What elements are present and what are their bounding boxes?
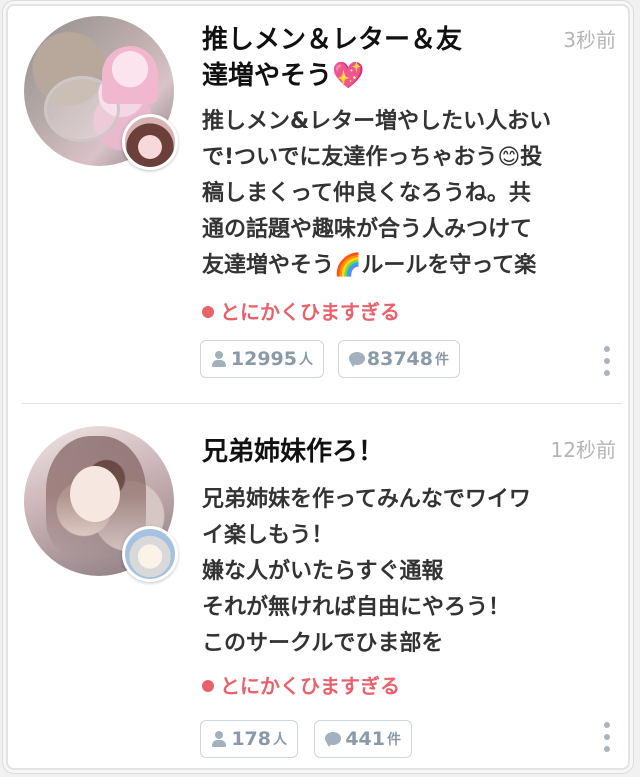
- circle-description: 推しメン&レター増やしたい人おい で!ついでに友達作っちゃおう😊投 稿しまくって…: [202, 104, 618, 284]
- description-line: 推しメン&レター増やしたい人おい: [202, 109, 552, 134]
- title-line: 兄弟姉妹作ろ！: [202, 437, 385, 467]
- description-line: 兄弟姉妹を作ってみんなでワイワ: [202, 487, 531, 512]
- member-count: 178: [231, 728, 271, 750]
- description-line: それが無ければ自由にやろう！: [202, 595, 511, 620]
- speech-bubble-icon: [349, 351, 365, 367]
- description-line: 通の話題や趣味が合う人みつけて: [202, 217, 533, 242]
- tag-label: とにかくひますぎる: [220, 674, 400, 698]
- avatar-cupcake-shape: [102, 46, 158, 104]
- comment-count: 441: [345, 728, 385, 750]
- category-tag[interactable]: とにかくひますぎる: [202, 296, 400, 325]
- more-dot: [604, 746, 610, 752]
- more-dot: [604, 722, 610, 728]
- member-count-badge: 12995 人: [200, 340, 324, 378]
- timestamp: 3秒前: [563, 28, 616, 52]
- circle-card[interactable]: 兄弟姉妹作ろ！ 12秒前 兄弟姉妹を作ってみんなでワイワ イ楽しもう！ 嫌な人が…: [8, 404, 628, 768]
- description-line: 友達増やそう🌈ルールを守って楽: [202, 253, 537, 278]
- person-icon: [211, 731, 227, 747]
- tag-dot-icon: [202, 679, 214, 692]
- person-icon: [211, 351, 226, 367]
- circle-title[interactable]: 兄弟姉妹作ろ！: [202, 434, 532, 470]
- more-dot: [604, 346, 610, 352]
- description-line: 嫌な人がいたらすぐ通報: [202, 559, 444, 584]
- circle-description: 兄弟姉妹を作ってみんなでワイワ イ楽しもう！ 嫌な人がいたらすぐ通報 それが無け…: [202, 482, 618, 662]
- category-tag[interactable]: とにかくひますぎる: [202, 670, 400, 699]
- description-line: このサークルでひま部を: [202, 631, 444, 656]
- comment-count-badge: 83748 件: [338, 340, 460, 378]
- description-line: で!ついでに友達作っちゃおう😊投: [202, 145, 543, 170]
- more-dot: [604, 358, 610, 364]
- circle-list: 推しメン＆レター＆友 達増やそう💖 3秒前 推しメン&レター増やしたい人おい で…: [8, 6, 628, 768]
- more-options-icon[interactable]: [604, 722, 610, 752]
- speech-bubble-icon: [325, 731, 342, 747]
- tag-label: とにかくひますぎる: [220, 300, 400, 324]
- avatar-face-shape: [70, 466, 120, 522]
- title-line: 達増やそう💖: [202, 61, 365, 91]
- comment-count-badge: 441 件: [314, 720, 412, 758]
- member-unit: 人: [273, 732, 287, 748]
- owner-avatar[interactable]: [122, 114, 178, 170]
- member-count-badge: 178 人: [200, 720, 298, 758]
- more-options-icon[interactable]: [604, 346, 610, 376]
- more-dot: [604, 734, 610, 740]
- title-line: 推しメン＆レター＆友: [202, 25, 463, 55]
- comment-unit: 件: [435, 352, 449, 368]
- circle-title[interactable]: 推しメン＆レター＆友 達増やそう💖: [202, 22, 532, 94]
- circle-card[interactable]: 推しメン＆レター＆友 達増やそう💖 3秒前 推しメン&レター増やしたい人おい で…: [8, 6, 628, 404]
- member-count: 12995: [230, 348, 297, 370]
- description-line: イ楽しもう！: [202, 523, 334, 548]
- comment-count: 83748: [366, 348, 433, 370]
- member-unit: 人: [299, 352, 313, 368]
- more-dot: [604, 370, 610, 376]
- tag-dot-icon: [202, 305, 214, 318]
- comment-unit: 件: [387, 732, 401, 748]
- description-line: 稿しまくって仲良くなろうね。共: [202, 181, 531, 206]
- owner-avatar[interactable]: [122, 526, 178, 582]
- timestamp: 12秒前: [550, 438, 616, 462]
